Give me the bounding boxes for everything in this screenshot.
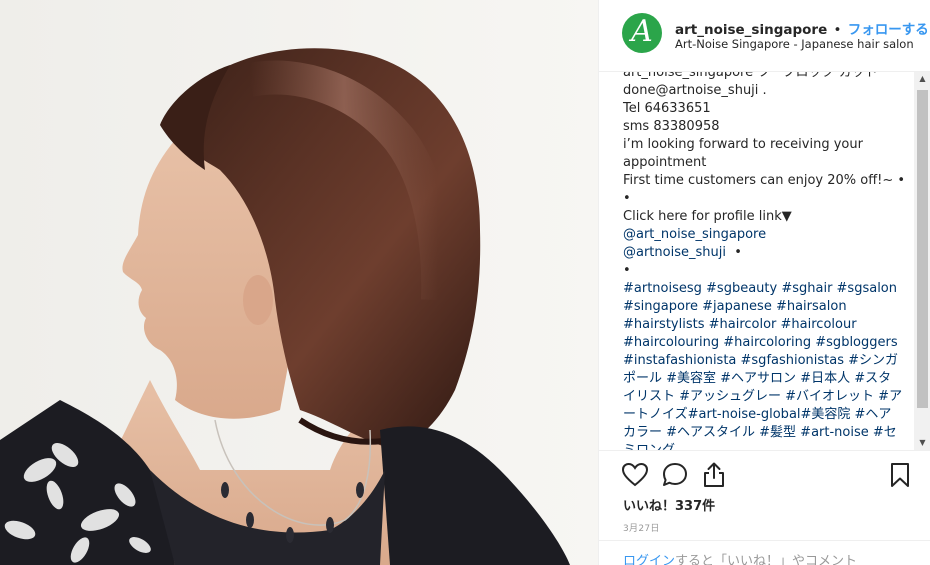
location-link[interactable]: Art-Noise Singapore - Japanese hair salo… — [675, 37, 914, 51]
username-link[interactable]: art_noise_singapore — [675, 22, 827, 38]
mention-link[interactable]: @art_noise_singapore — [623, 227, 766, 242]
caption-text: art_noise_singapore ツーブロック カット done@artn… — [623, 72, 906, 450]
caption-scrollbar[interactable]: ▲ ▼ — [914, 72, 930, 450]
caption-line: done@artnoise_shuji . — [623, 83, 767, 98]
caption-line: sms 83380958 — [623, 119, 720, 134]
login-prompt-text: すると「いいね！」やコメント — [675, 554, 858, 565]
caption-line: • — [623, 191, 631, 206]
caption-scroll-area[interactable]: art_noise_singapore ツーブロック カット done@artn… — [599, 72, 930, 450]
heart-icon[interactable] — [621, 461, 649, 489]
action-bar — [599, 450, 930, 500]
separator-dot: • — [833, 22, 842, 38]
follow-button[interactable]: フォローする — [848, 22, 929, 38]
header-title-row: art_noise_singapore • フォローする — [675, 18, 929, 38]
avatar[interactable]: A — [622, 13, 662, 53]
scroll-down-arrow-icon[interactable]: ▼ — [914, 436, 930, 450]
login-link[interactable]: ログイン — [623, 554, 675, 565]
hashtag-links[interactable]: #artnoisesg #sgbeauty #sghair #sgsalon #… — [623, 280, 903, 450]
post-side-panel: A art_noise_singapore • フォローする Art-Noise… — [598, 0, 930, 565]
caption-line: appointment — [623, 155, 707, 170]
post-header: A art_noise_singapore • フォローする Art-Noise… — [599, 0, 930, 72]
login-prompt: ログインすると「いいね！」やコメント — [599, 540, 930, 565]
comment-icon[interactable] — [661, 461, 689, 489]
caption-bullet: • — [623, 263, 631, 278]
scroll-up-arrow-icon[interactable]: ▲ — [914, 72, 930, 86]
caption-bullet: • — [734, 245, 742, 260]
post-date[interactable]: 3月27日 — [623, 521, 660, 534]
bookmark-icon[interactable] — [886, 461, 914, 489]
avatar-letter: A — [631, 14, 653, 49]
caption-line: Click here for profile link▼ — [623, 209, 792, 224]
share-icon[interactable] — [700, 461, 728, 489]
caption-line: Tel 64633651 — [623, 101, 711, 116]
woman-bob-haircut-image — [0, 0, 598, 565]
caption-line: i’m looking forward to receiving your — [623, 137, 863, 152]
likes-count[interactable]: いいね！337件 — [623, 495, 715, 514]
post-photo[interactable] — [0, 0, 598, 565]
mention-link[interactable]: @artnoise_shuji — [623, 245, 726, 260]
caption-line: First time customers can enjoy 20% off!~… — [623, 173, 906, 188]
scrollbar-thumb[interactable] — [917, 90, 928, 408]
caption-line: art_noise_singapore ツーブロック カット — [623, 72, 878, 80]
